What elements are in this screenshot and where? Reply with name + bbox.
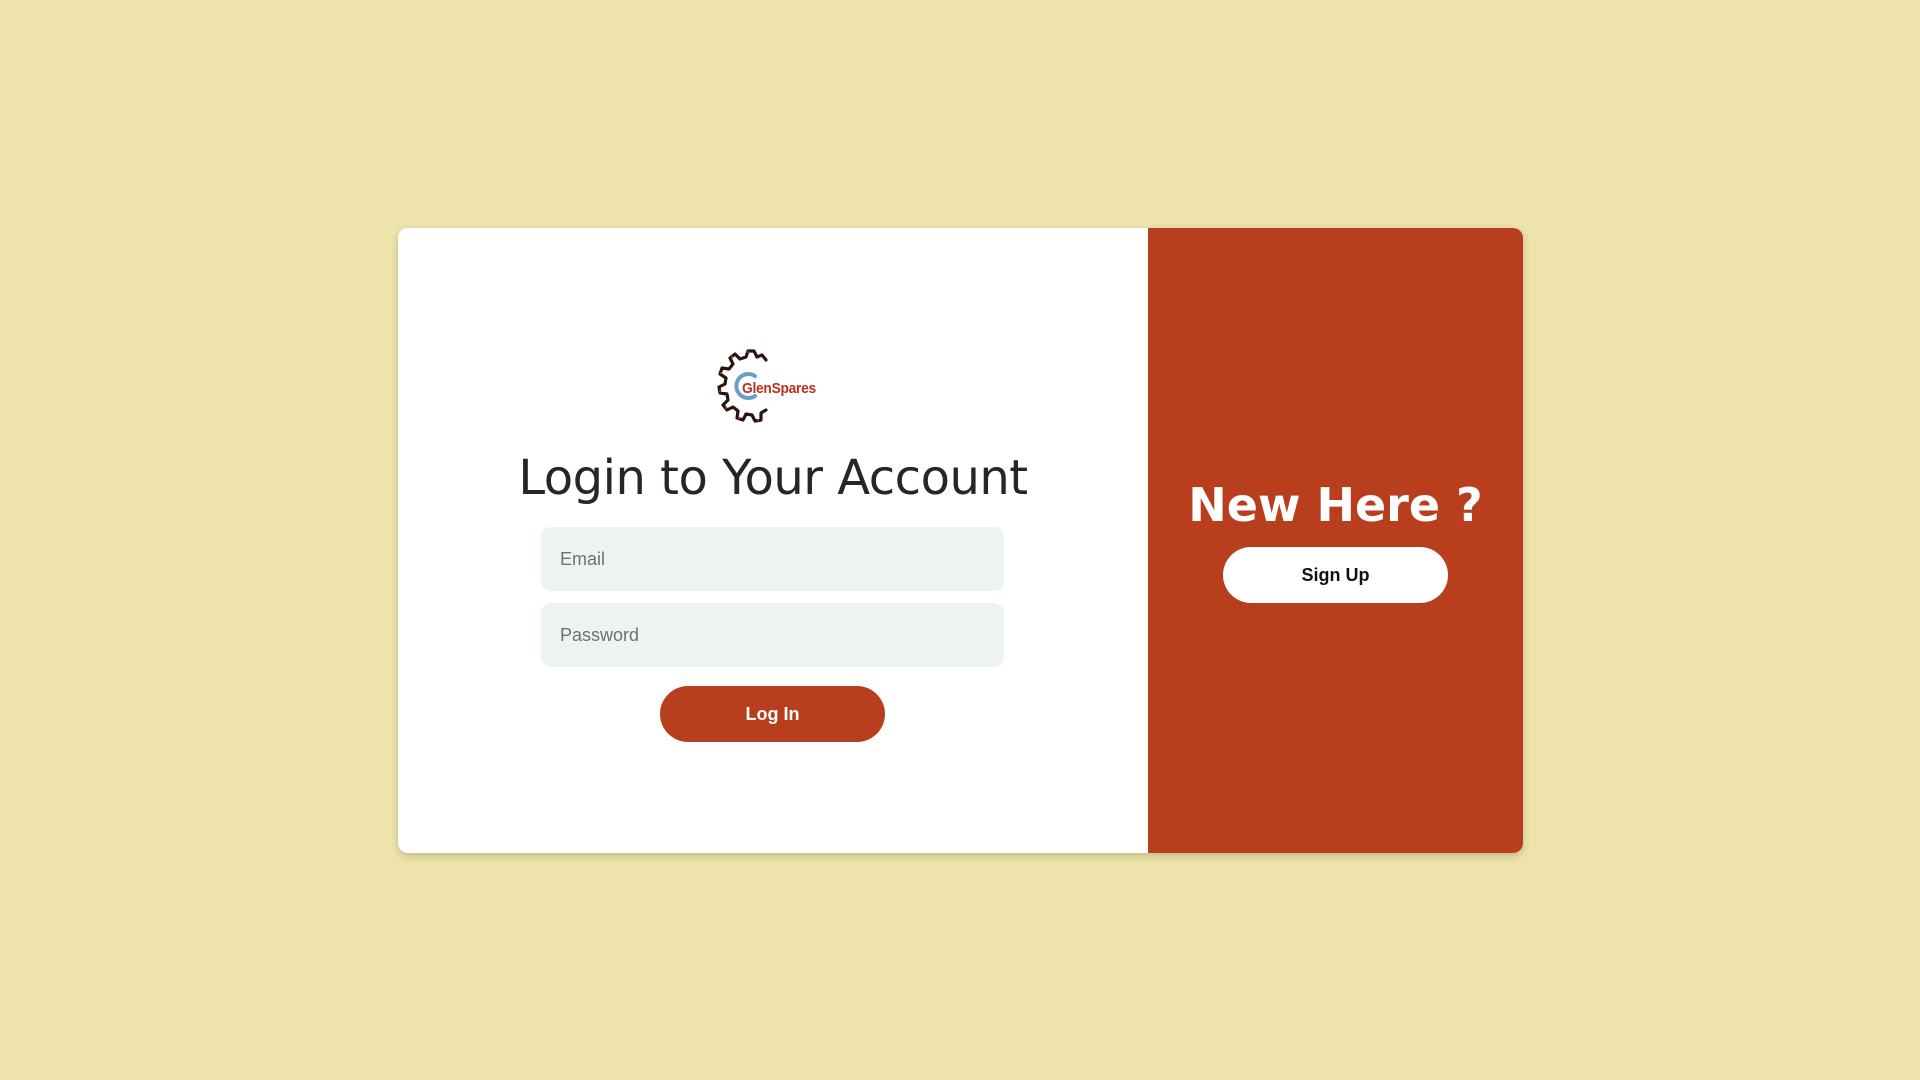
signup-panel: New Here ? Sign Up [1148,228,1523,853]
auth-card: GlenSpares Login to Your Account Log In … [398,228,1523,853]
brand-logo-text: GlenSpares [742,380,816,397]
signup-button[interactable]: Sign Up [1223,547,1448,603]
password-field[interactable] [541,603,1004,667]
signup-heading: New Here ? [1188,478,1483,532]
login-button[interactable]: Log In [660,686,885,742]
brand-logo: GlenSpares [708,346,818,430]
page-title: Login to Your Account [518,450,1028,506]
login-panel: GlenSpares Login to Your Account Log In [398,228,1148,853]
email-field[interactable] [541,527,1004,591]
